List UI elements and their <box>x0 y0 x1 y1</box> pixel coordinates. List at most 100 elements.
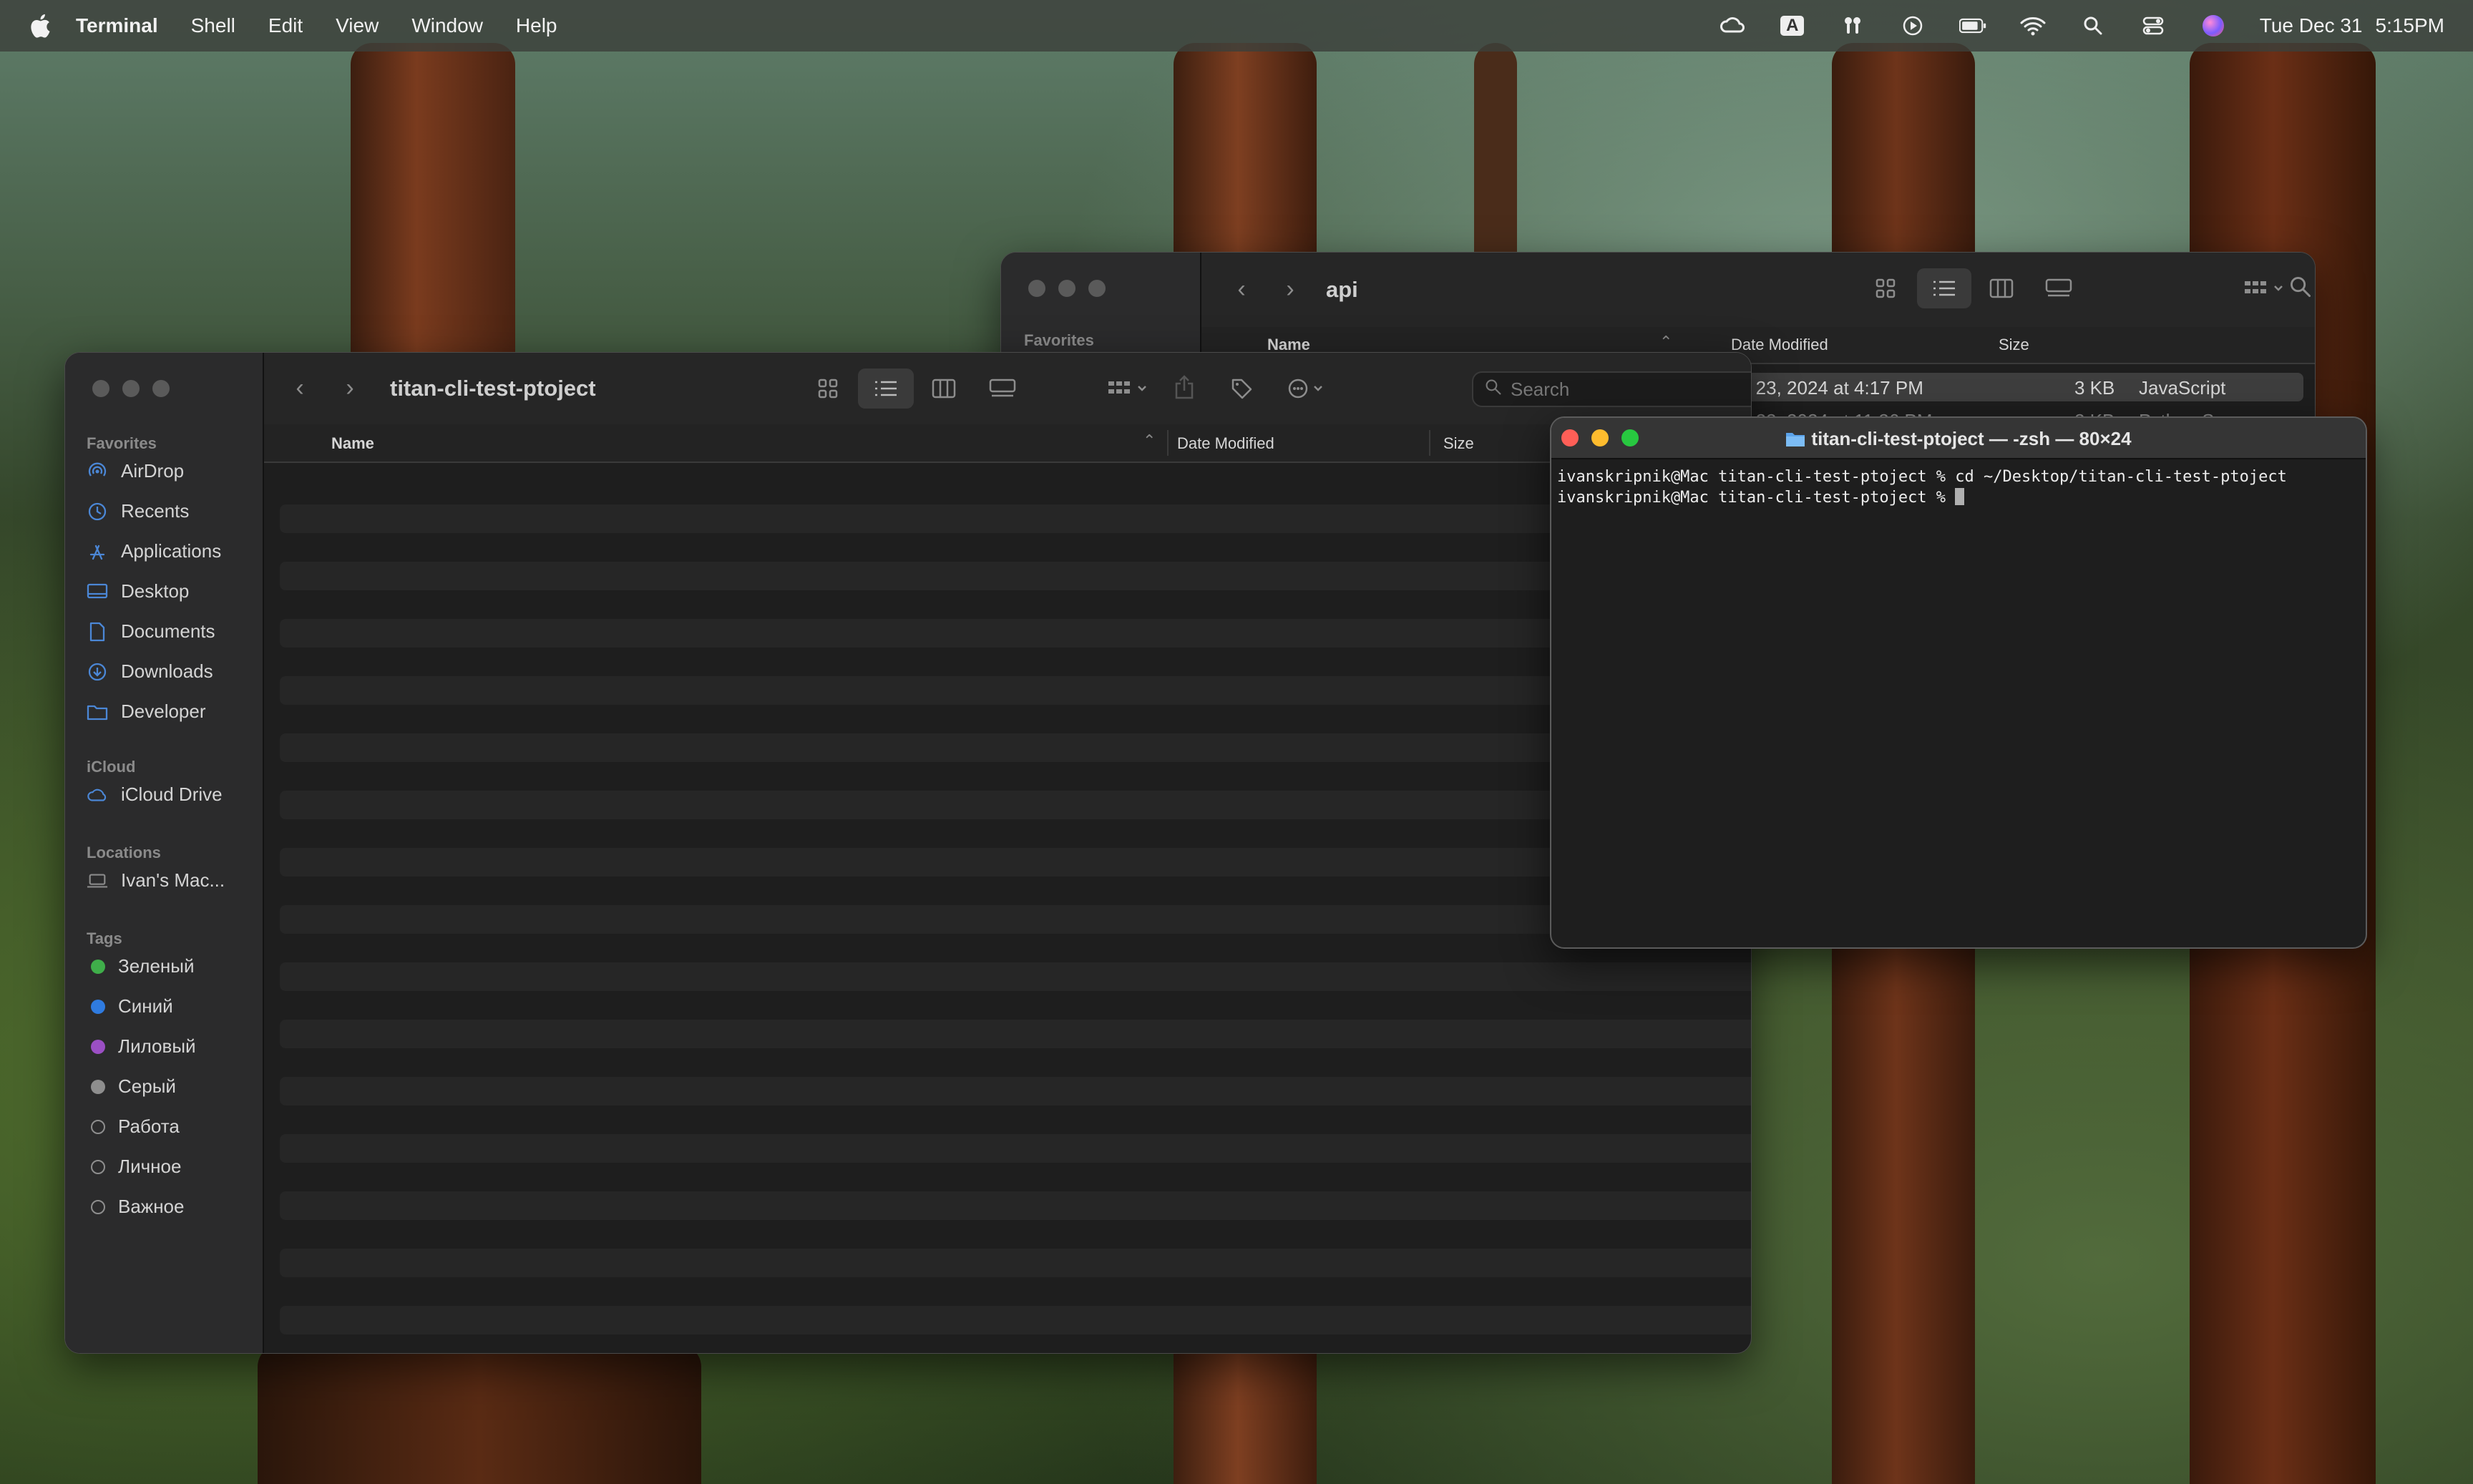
sidebar-tag-gray[interactable]: Серый <box>91 1075 176 1098</box>
gallery-view-icon[interactable] <box>2043 274 2074 303</box>
window-title: titan-cli-test-ptoject <box>390 376 596 401</box>
icon-view-icon[interactable] <box>814 374 842 403</box>
folder-icon <box>87 701 108 723</box>
sidebar-tag-important[interactable]: Важное <box>91 1196 184 1218</box>
document-icon <box>87 621 108 643</box>
tag-icon[interactable] <box>1227 373 1256 404</box>
column-size-header[interactable]: Size <box>1999 336 2029 354</box>
sidebar-section-favorites: Favorites <box>87 434 157 452</box>
table-row[interactable]: ec 23, 2024 at 4:17 PM 3 KB JavaScript <box>1717 373 2303 401</box>
sidebar-tag-green[interactable]: Зеленый <box>91 955 195 977</box>
terminal-line: ivanskripnik@Mac titan-cli-test-ptoject … <box>1557 468 2287 486</box>
sidebar-item-applications[interactable]: Applications <box>87 540 221 562</box>
sidebar-item-downloads[interactable]: Downloads <box>87 660 213 683</box>
menu-shell[interactable]: Shell <box>191 14 235 37</box>
sidebar-tag-personal[interactable]: Личное <box>91 1156 181 1178</box>
apple-menu-icon[interactable] <box>27 12 52 39</box>
search-icon[interactable] <box>2289 275 2312 298</box>
finder-toolbar-api: ‹ › api <box>1201 253 2315 328</box>
sidebar-tag-work[interactable]: Работа <box>91 1116 180 1138</box>
now-playing-icon[interactable] <box>1899 12 1926 39</box>
sidebar-item-mac[interactable]: Ivan's Mac... <box>87 869 225 892</box>
column-divider[interactable] <box>1429 430 1430 456</box>
sidebar-item-label: Личное <box>118 1156 182 1177</box>
spotlight-icon[interactable] <box>2079 12 2107 39</box>
back-chevron-icon[interactable]: ‹ <box>1227 273 1256 306</box>
share-icon[interactable] <box>1170 371 1199 403</box>
download-icon <box>87 661 108 683</box>
sidebar-item-label: Зеленый <box>118 955 195 977</box>
gallery-view-icon[interactable] <box>987 374 1018 403</box>
menu-edit[interactable]: Edit <box>268 14 303 37</box>
airdrop-icon <box>87 461 108 482</box>
group-by-icon[interactable] <box>1103 374 1157 403</box>
finder-window-project[interactable]: Favorites AirDrop Recents Applications D… <box>64 352 1752 1354</box>
zoom-button[interactable] <box>1088 280 1106 297</box>
cloud-icon <box>87 784 108 806</box>
menu-window[interactable]: Window <box>411 14 483 37</box>
column-divider[interactable] <box>1167 430 1169 456</box>
sidebar-item-label: iCloud Drive <box>121 784 223 805</box>
window-controls <box>1028 280 1106 297</box>
sidebar-item-label: Работа <box>118 1116 180 1137</box>
row-kind: JavaScript <box>2139 377 2226 399</box>
row-size: 3 KB <box>2074 377 2115 399</box>
column-date-header[interactable]: Date Modified <box>1177 434 1274 453</box>
minimize-button[interactable] <box>1058 280 1075 297</box>
back-chevron-icon[interactable]: ‹ <box>286 371 314 404</box>
creative-cloud-icon[interactable] <box>1719 12 1746 39</box>
list-view-icon[interactable] <box>1917 268 1971 308</box>
forward-chevron-icon[interactable]: › <box>336 371 364 404</box>
sidebar-item-icloud-drive[interactable]: iCloud Drive <box>87 784 223 806</box>
sidebar-item-label: Ivan's Mac... <box>121 869 225 891</box>
sidebar-item-label: Applications <box>121 540 222 562</box>
close-button[interactable] <box>92 380 109 397</box>
siri-icon[interactable] <box>2200 12 2227 39</box>
sidebar-item-label: Recents <box>121 500 190 522</box>
finder-sidebar: Favorites AirDrop Recents Applications D… <box>65 353 264 1353</box>
text-cursor <box>1955 488 1965 505</box>
icon-view-icon[interactable] <box>1871 274 1900 303</box>
menu-bar: Terminal Shell Edit View Window Help A T… <box>0 0 2473 52</box>
search-field[interactable]: Search <box>1472 371 1751 407</box>
sidebar-item-developer[interactable]: Developer <box>87 700 206 723</box>
group-by-icon[interactable] <box>2239 274 2293 303</box>
close-button[interactable] <box>1028 280 1045 297</box>
menu-help[interactable]: Help <box>516 14 557 37</box>
terminal-titlebar[interactable]: titan-cli-test-ptoject — -zsh — 80×24 <box>1551 418 2366 459</box>
sidebar-item-documents[interactable]: Documents <box>87 620 215 643</box>
menu-app-name[interactable]: Terminal <box>76 14 158 37</box>
column-name-header[interactable]: Name <box>331 434 374 453</box>
minimize-button[interactable] <box>122 380 140 397</box>
menu-view[interactable]: View <box>336 14 379 37</box>
list-view-icon[interactable] <box>858 368 914 409</box>
tag-dot-icon <box>91 1199 105 1214</box>
sidebar-item-label: Documents <box>121 620 215 642</box>
column-date-header[interactable]: Date Modified <box>1731 336 1828 354</box>
search-icon <box>1485 379 1502 401</box>
finder-toolbar: ‹ › titan-cli-test-ptoject Search <box>264 353 1751 426</box>
more-actions-icon[interactable] <box>1283 373 1337 404</box>
desktop-icon <box>87 581 108 602</box>
forward-chevron-icon[interactable]: › <box>1276 273 1304 306</box>
terminal-prompt-line[interactable]: ivanskripnik@Mac titan-cli-test-ptoject … <box>1557 488 1965 507</box>
column-view-icon[interactable] <box>930 374 958 403</box>
input-source-icon[interactable]: A <box>1779 12 1806 39</box>
sidebar-item-desktop[interactable]: Desktop <box>87 580 189 602</box>
tag-dot-icon <box>91 1079 105 1094</box>
terminal-window[interactable]: titan-cli-test-ptoject — -zsh — 80×24 iv… <box>1550 416 2367 949</box>
menu-clock[interactable]: Tue Dec 31 5:15PM <box>2260 14 2444 37</box>
sidebar-item-label: Синий <box>118 995 173 1017</box>
wifi-icon[interactable] <box>2019 12 2047 39</box>
sidebar-tag-blue[interactable]: Синий <box>91 995 173 1017</box>
battery-icon[interactable] <box>1959 12 1986 39</box>
column-size-header[interactable]: Size <box>1443 434 1474 453</box>
zoom-button[interactable] <box>152 380 170 397</box>
control-center-icon[interactable] <box>2140 12 2167 39</box>
sidebar-tag-purple[interactable]: Лиловый <box>91 1035 196 1058</box>
airpods-icon[interactable] <box>1839 12 1866 39</box>
sidebar-item-airdrop[interactable]: AirDrop <box>87 460 184 482</box>
sidebar-item-recents[interactable]: Recents <box>87 500 189 522</box>
column-view-icon[interactable] <box>1987 274 2016 303</box>
window-controls <box>92 380 170 397</box>
